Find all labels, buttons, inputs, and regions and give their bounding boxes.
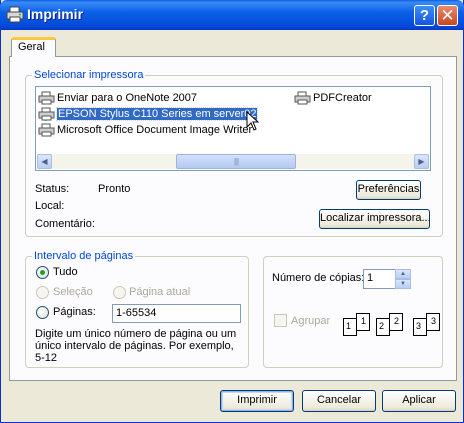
status-label: Status: — [35, 183, 70, 195]
apply-button[interactable]: Aplicar — [382, 390, 456, 412]
spin-down-icon[interactable]: ▼ — [395, 279, 411, 289]
status-value: Pronto — [98, 183, 131, 195]
scroll-grip-icon: |||| — [233, 157, 239, 166]
collate-page: 2 — [389, 313, 403, 331]
collate-label: Agrupar — [291, 315, 331, 327]
radio-all[interactable] — [36, 266, 49, 279]
close-icon: ✕ — [440, 6, 455, 25]
copies-spinner[interactable]: ▲ ▼ — [395, 269, 411, 289]
radio-selection[interactable] — [36, 286, 49, 299]
radio-selection-label: Seleção — [53, 286, 93, 298]
scroll-thumb[interactable]: |||| — [176, 154, 296, 169]
help-icon: ? — [419, 7, 430, 24]
close-button[interactable]: ✕ — [437, 5, 458, 26]
printer-icon — [38, 91, 55, 105]
scroll-right-button[interactable]: ▶ — [414, 154, 429, 169]
printer-list[interactable]: Enviar para o OneNote 2007 PDFCreator EP… — [35, 86, 431, 171]
collate-illustration: 1 1 2 2 3 3 — [341, 310, 443, 340]
printer-item-pdfcreator[interactable]: PDFCreator — [294, 90, 372, 106]
page-range-help-text: Digite um único número de página ou um ú… — [35, 328, 237, 364]
cancel-button[interactable]: Cancelar — [302, 390, 376, 412]
printer-icon — [6, 6, 24, 23]
printer-item-mdi-writer[interactable]: Microsoft Office Document Image Writer — [38, 122, 252, 138]
find-printer-button[interactable]: Localizar impressora... — [319, 209, 431, 229]
collate-page: 2 — [376, 318, 390, 336]
radio-all-label: Tudo — [53, 266, 78, 278]
pages-input[interactable]: 1-65534 — [112, 304, 241, 323]
window-title: Imprimir — [27, 6, 84, 22]
tab-label: Geral — [18, 41, 45, 53]
mouse-cursor-icon — [246, 111, 260, 131]
page-range-legend: Intervalo de páginas — [32, 250, 136, 262]
radio-current-page-label: Página atual — [129, 286, 191, 298]
comment-label: Comentário: — [35, 218, 95, 230]
radio-current-page[interactable] — [113, 286, 126, 299]
chevron-left-icon: ◀ — [41, 157, 48, 166]
print-dialog: Imprimir ? ✕ Geral Selecionar impressora… — [0, 0, 464, 423]
location-label: Local: — [35, 200, 65, 212]
radio-pages[interactable] — [36, 306, 49, 319]
collate-page: 1 — [343, 318, 357, 336]
help-button[interactable]: ? — [414, 5, 435, 26]
printer-icon — [38, 123, 55, 137]
tab-geral[interactable]: Geral — [11, 37, 56, 57]
spin-up-icon[interactable]: ▲ — [395, 269, 411, 279]
chevron-right-icon: ▶ — [418, 157, 425, 166]
network-printer-icon — [38, 107, 55, 121]
printer-item-epson[interactable]: EPSON Stylus C110 Series em server02 — [38, 106, 259, 122]
printer-item-onenote[interactable]: Enviar para o OneNote 2007 — [38, 90, 197, 106]
collate-page: 3 — [413, 318, 427, 336]
collate-page: 1 — [356, 313, 370, 331]
preferences-button[interactable]: Preferências — [356, 180, 421, 200]
select-printer-legend: Selecionar impressora — [32, 69, 146, 81]
copies-label: Número de cópias: — [272, 272, 365, 284]
radio-selected-dot — [40, 270, 45, 275]
radio-pages-label: Páginas: — [53, 306, 96, 318]
collate-checkbox[interactable] — [274, 314, 287, 327]
scroll-left-button[interactable]: ◀ — [37, 154, 52, 169]
printer-icon — [294, 91, 311, 105]
collate-page: 3 — [426, 313, 440, 331]
printer-list-scrollbar[interactable]: ◀ |||| ▶ — [37, 154, 429, 169]
title-bar[interactable]: Imprimir ? ✕ — [0, 0, 464, 30]
print-button[interactable]: Imprimir — [220, 390, 294, 412]
